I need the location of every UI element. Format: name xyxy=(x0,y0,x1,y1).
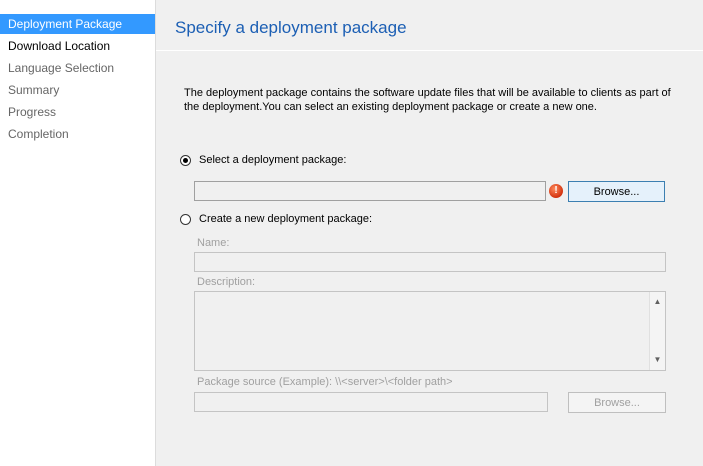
package-source-field[interactable] xyxy=(194,392,548,412)
deployment-package-field[interactable] xyxy=(194,181,546,201)
sidebar-item-completion[interactable]: Completion xyxy=(0,124,155,144)
error-exclamation-icon: ! xyxy=(549,184,563,198)
title-divider xyxy=(156,50,703,51)
page-title: Specify a deployment package xyxy=(175,18,407,37)
scroll-down-icon[interactable]: ▼ xyxy=(650,352,665,368)
description-label: Description: xyxy=(197,276,256,288)
create-package-label: Create a new deployment package: xyxy=(199,213,373,225)
create-package-option[interactable]: Create a new deployment package: xyxy=(180,211,372,227)
description-scrollbar[interactable]: ▲ ▼ xyxy=(649,292,665,370)
browse-source-button[interactable]: Browse... xyxy=(568,392,666,413)
select-package-label: Select a deployment package: xyxy=(199,154,347,166)
select-package-option[interactable]: Select a deployment package: xyxy=(180,152,346,168)
main-panel: Specify a deployment package The deploym… xyxy=(156,0,703,466)
create-package-radio[interactable] xyxy=(180,213,191,225)
description-field[interactable]: ▲ ▼ xyxy=(194,291,666,371)
sidebar-item-language-selection[interactable]: Language Selection xyxy=(0,58,155,78)
scroll-up-icon[interactable]: ▲ xyxy=(650,294,665,310)
sidebar-item-summary[interactable]: Summary xyxy=(0,80,155,100)
sidebar-item-progress[interactable]: Progress xyxy=(0,102,155,122)
page-description: The deployment package contains the soft… xyxy=(184,87,671,113)
browse-package-button[interactable]: Browse... xyxy=(568,181,665,202)
name-label: Name: xyxy=(197,237,230,249)
package-source-label: Package source (Example): \\<server>\<fo… xyxy=(197,376,453,388)
sidebar-item-deployment-package[interactable]: Deployment Package xyxy=(0,14,155,34)
name-field[interactable] xyxy=(194,252,666,272)
wizard-sidebar: Deployment Package Download Location Lan… xyxy=(0,0,156,466)
sidebar-item-download-location[interactable]: Download Location xyxy=(0,36,155,56)
select-package-radio[interactable] xyxy=(180,154,191,166)
